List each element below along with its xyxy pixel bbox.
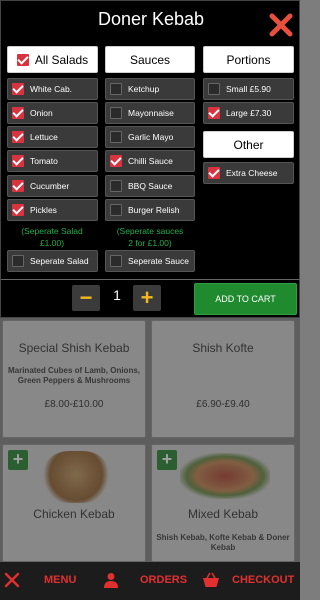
- checkbox-checked-icon[interactable]: [12, 204, 24, 216]
- salad-price-note: (Seperate Salad £1.00): [21, 226, 83, 248]
- sauces-header: Sauces: [105, 46, 195, 73]
- option-label: BBQ Sauce: [128, 181, 173, 191]
- checkbox-checked-icon[interactable]: [110, 155, 122, 167]
- sauce-price-note: (Seperate sauces 2 for £1.00): [116, 226, 184, 248]
- option-label: Large £7.30: [226, 108, 272, 118]
- modal-divider: [1, 279, 301, 280]
- other-option-0[interactable]: Extra Cheese: [203, 162, 294, 184]
- checkbox-checked-icon[interactable]: [12, 131, 24, 143]
- option-label: Seperate Salad: [30, 256, 89, 266]
- salad-option-4[interactable]: Cucumber: [7, 175, 98, 197]
- portions-header: Portions: [203, 46, 294, 73]
- close-icon[interactable]: [268, 12, 294, 38]
- option-label: Seperate Sauce: [128, 256, 189, 266]
- checkbox-checked-icon[interactable]: [208, 107, 220, 119]
- salads-header-label: All Salads: [34, 52, 89, 67]
- checkbox-unchecked-icon[interactable]: [110, 255, 122, 267]
- other-header: Other: [203, 131, 294, 158]
- checkbox-unchecked-icon[interactable]: [110, 107, 122, 119]
- other-header-label: Other: [233, 137, 264, 152]
- option-label: Lettuce: [30, 132, 58, 142]
- checkbox-unchecked-icon[interactable]: [110, 83, 122, 95]
- utensils-icon: [4, 572, 20, 588]
- salad-option-3[interactable]: Tomato: [7, 150, 98, 172]
- option-label: White Cab.: [30, 84, 73, 94]
- user-icon: [104, 572, 118, 588]
- checkbox-checked-icon[interactable]: [12, 107, 24, 119]
- sauce-option-0[interactable]: Ketchup: [105, 78, 195, 100]
- checkbox-checked-icon[interactable]: [12, 83, 24, 95]
- increase-quantity-button[interactable]: +: [133, 285, 161, 311]
- separate-salad-option[interactable]: Seperate Salad: [7, 250, 98, 272]
- nav-checkout-label: CHECKOUT: [232, 574, 295, 586]
- option-label: Chilli Sauce: [128, 156, 173, 166]
- checkbox-unchecked-icon[interactable]: [110, 131, 122, 143]
- nav-menu-label: MENU: [44, 574, 77, 586]
- checkbox-unchecked-icon[interactable]: [110, 204, 122, 216]
- salads-header[interactable]: All Salads: [7, 46, 98, 73]
- quantity-value: 1: [113, 287, 121, 303]
- checkbox-checked-icon[interactable]: [12, 155, 24, 167]
- salad-option-5[interactable]: Pickles: [7, 199, 98, 221]
- option-label: Small £5.90: [226, 84, 271, 94]
- portions-header-label: Portions: [226, 52, 271, 67]
- separate-sauce-option[interactable]: Seperate Sauce: [105, 250, 195, 272]
- checkbox-icon[interactable]: [16, 53, 29, 66]
- nav-checkout[interactable]: CHECKOUT: [202, 572, 294, 588]
- checkbox-checked-icon[interactable]: [208, 167, 220, 179]
- bottom-nav: MENU ORDERS CHECKOUT: [0, 562, 300, 600]
- option-label: Ketchup: [128, 84, 160, 94]
- portion-option-1[interactable]: Large £7.30: [203, 102, 294, 124]
- sauce-option-1[interactable]: Mayonnaise: [105, 102, 195, 124]
- options-modal: Doner Kebab All Salads Sauces Portions O…: [0, 0, 301, 318]
- checkbox-unchecked-icon[interactable]: [110, 180, 122, 192]
- nav-orders[interactable]: ORDERS: [104, 572, 187, 588]
- checkbox-unchecked-icon[interactable]: [208, 83, 220, 95]
- salad-option-0[interactable]: White Cab.: [7, 78, 98, 100]
- nav-menu[interactable]: MENU: [4, 572, 76, 588]
- basket-icon: [202, 572, 220, 588]
- option-label: Mayonnaise: [128, 108, 174, 118]
- checkbox-unchecked-icon[interactable]: [12, 255, 24, 267]
- salad-option-2[interactable]: Lettuce: [7, 126, 98, 148]
- option-label: Tomato: [30, 156, 58, 166]
- option-label: Garlic Mayo: [128, 132, 174, 142]
- portion-option-0[interactable]: Small £5.90: [203, 78, 294, 100]
- sauce-option-2[interactable]: Garlic Mayo: [105, 126, 195, 148]
- checkbox-checked-icon[interactable]: [12, 180, 24, 192]
- option-label: Pickles: [30, 205, 57, 215]
- option-label: Extra Cheese: [226, 168, 278, 178]
- sauce-option-4[interactable]: BBQ Sauce: [105, 175, 195, 197]
- decrease-quantity-button[interactable]: −: [72, 285, 100, 311]
- sauce-option-5[interactable]: Burger Relish: [105, 199, 195, 221]
- add-to-cart-button[interactable]: ADD TO CART: [194, 283, 297, 315]
- option-label: Burger Relish: [128, 205, 180, 215]
- nav-orders-label: ORDERS: [140, 574, 188, 586]
- option-label: Onion: [30, 108, 53, 118]
- sauces-header-label: Sauces: [129, 52, 171, 67]
- option-label: Cucumber: [30, 181, 70, 191]
- modal-title: Doner Kebab: [97, 9, 205, 29]
- salad-option-1[interactable]: Onion: [7, 102, 98, 124]
- sauce-option-3[interactable]: Chilli Sauce: [105, 150, 195, 172]
